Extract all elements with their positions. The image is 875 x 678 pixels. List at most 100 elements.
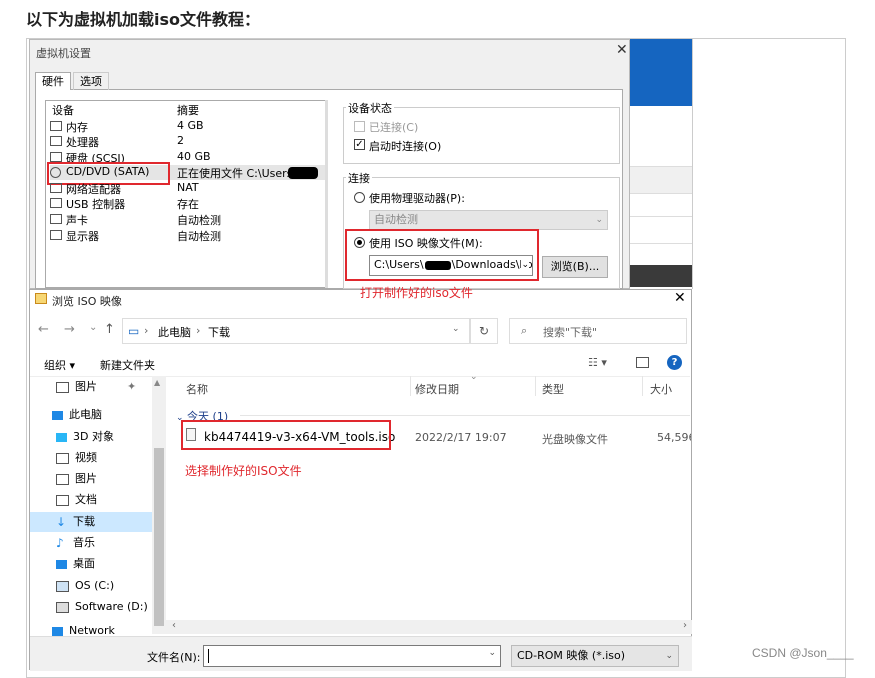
annotation-select-iso: 选择制作好的ISO文件 (185, 464, 302, 478)
new-folder-button[interactable]: 新建文件夹 (100, 357, 155, 373)
nav-item-network[interactable]: Network (52, 625, 115, 636)
back-icon[interactable]: ← (38, 322, 49, 337)
column-type[interactable]: 类型 (542, 381, 564, 397)
nav-item-pictures[interactable]: 图片 ✦ (56, 377, 136, 397)
drive-icon (56, 601, 69, 613)
forward-icon[interactable]: → (64, 322, 75, 337)
column-separator (410, 376, 411, 396)
device-list-scrollbar[interactable] (325, 100, 328, 288)
refresh-icon[interactable]: ↻ (470, 318, 498, 344)
connected-label: 已连接(C) (369, 121, 419, 134)
file-type: 光盘映像文件 (542, 433, 608, 446)
physical-drive-label: 使用物理驱动器(P): (369, 192, 465, 205)
column-device: 设备 (52, 104, 74, 117)
folder-icon (35, 293, 47, 304)
dialog-title: 浏览 ISO 映像 (52, 295, 122, 308)
device-row-sound[interactable]: 声卡 自动检测 (50, 212, 325, 227)
nav-item-pictures-2[interactable]: 图片 (56, 469, 97, 489)
drive-icon (56, 580, 69, 592)
device-row-display[interactable]: 显示器 自动检测 (50, 228, 325, 243)
chevron-right-icon: › (196, 324, 201, 337)
physical-drive-radio[interactable] (354, 192, 365, 203)
sort-chevron-icon: ⌄ (470, 372, 478, 382)
nav-item-3d[interactable]: 3D 对象 (56, 427, 114, 447)
column-separator (642, 376, 643, 396)
column-summary: 摘要 (177, 104, 199, 117)
device-row-cpu[interactable]: 处理器 2 (50, 134, 325, 149)
connect-on-start-label: 启动时连接(O) (369, 140, 442, 153)
group-divider (240, 415, 690, 416)
browse-button[interactable]: 浏览(B)... (542, 256, 608, 278)
help-icon[interactable]: ? (667, 355, 682, 370)
column-separator (535, 376, 536, 396)
column-size[interactable]: 大小 (650, 381, 672, 397)
tab-options[interactable]: 选项 (73, 72, 109, 90)
nav-item-network-clip: Network (30, 625, 152, 636)
device-row-network[interactable]: 网络适配器 NAT (50, 181, 325, 196)
filename-label: 文件名(N): (147, 651, 201, 664)
highlight-box (181, 420, 391, 450)
horizontal-scrollbar[interactable] (166, 620, 692, 634)
video-icon (56, 452, 69, 464)
nav-item-video[interactable]: 视频 (56, 448, 97, 468)
device-row-memory[interactable]: 内存 4 GB (50, 119, 325, 134)
tab-hardware[interactable]: 硬件 (35, 72, 71, 90)
memory-icon (50, 121, 62, 131)
filetype-select[interactable]: CD-ROM 映像 (*.iso) ⌄ (511, 645, 679, 667)
3d-objects-icon (56, 432, 67, 442)
background-row (630, 166, 692, 194)
device-row-usb[interactable]: USB 控制器 存在 (50, 196, 325, 211)
text-cursor (208, 649, 209, 663)
scroll-left-icon[interactable]: ‹ (172, 620, 176, 631)
close-icon[interactable]: ✕ (616, 42, 628, 58)
nav-scrollbar-thumb[interactable] (154, 448, 164, 626)
nav-item-pc[interactable]: 此电脑 (52, 405, 102, 425)
column-modified[interactable]: 修改日期 (415, 381, 459, 397)
scroll-up-icon[interactable]: ▲ (154, 378, 160, 387)
connect-on-start-checkbox[interactable]: ✓ (354, 139, 365, 150)
watermark-footer: CSDN @Json____ (752, 646, 854, 660)
chevron-right-icon: › (144, 324, 149, 337)
column-name[interactable]: 名称 (186, 381, 208, 397)
music-icon: ♪ (56, 536, 64, 550)
highlight-box (345, 229, 539, 281)
view-menu-icon[interactable]: ☷ ▾ (588, 356, 607, 369)
physical-drive-select[interactable]: 自动检测 ⌄ (369, 210, 608, 230)
sound-icon (50, 214, 62, 224)
pc-icon: ▭ (128, 324, 140, 338)
pin-icon: ✦ (127, 380, 137, 393)
chevron-down-icon[interactable]: ⌄ (89, 322, 97, 333)
redaction (288, 167, 318, 179)
breadcrumb-pc[interactable]: 此电脑 (158, 324, 191, 340)
annotation-open-iso: 打开制作好的iso文件 (360, 286, 473, 300)
connected-checkbox[interactable] (354, 121, 365, 132)
nav-item-documents[interactable]: 文档 (56, 490, 97, 510)
close-icon[interactable]: ✕ (674, 290, 686, 306)
chevron-down-icon: ⌄ (595, 215, 603, 225)
nav-item-music[interactable]: ♪ 音乐 (56, 533, 95, 553)
pc-icon (52, 410, 63, 420)
nav-item-drive-d[interactable]: Software (D:) (56, 597, 148, 617)
organize-button[interactable]: 组织 ▾ (44, 357, 75, 373)
nav-item-downloads[interactable]: ↓ 下载 (56, 512, 95, 532)
file-modified: 2022/2/17 19:07 (415, 431, 507, 444)
nav-item-drive-c[interactable]: OS (C:) (56, 576, 114, 596)
up-icon[interactable]: ↑ (104, 322, 115, 337)
search-icon: ⌕ (521, 324, 528, 337)
breadcrumb-downloads[interactable]: 下载 (208, 324, 230, 340)
preview-pane-icon[interactable] (636, 357, 649, 368)
background-header (630, 39, 692, 106)
usb-icon (50, 198, 62, 208)
filename-input[interactable]: ⌄ (203, 645, 501, 667)
pictures-icon (56, 381, 69, 393)
chevron-down-icon: ⌄ (665, 651, 673, 661)
scroll-right-icon[interactable]: › (683, 620, 687, 631)
search-input[interactable] (509, 318, 687, 344)
background-row (630, 216, 692, 244)
chevron-down-icon[interactable]: ⌄ (452, 324, 460, 334)
nav-item-desktop[interactable]: 桌面 (56, 554, 95, 574)
cpu-icon (50, 136, 62, 146)
desktop-icon (56, 559, 67, 569)
network-icon (50, 183, 62, 193)
chevron-down-icon: ⌄ (488, 648, 496, 658)
